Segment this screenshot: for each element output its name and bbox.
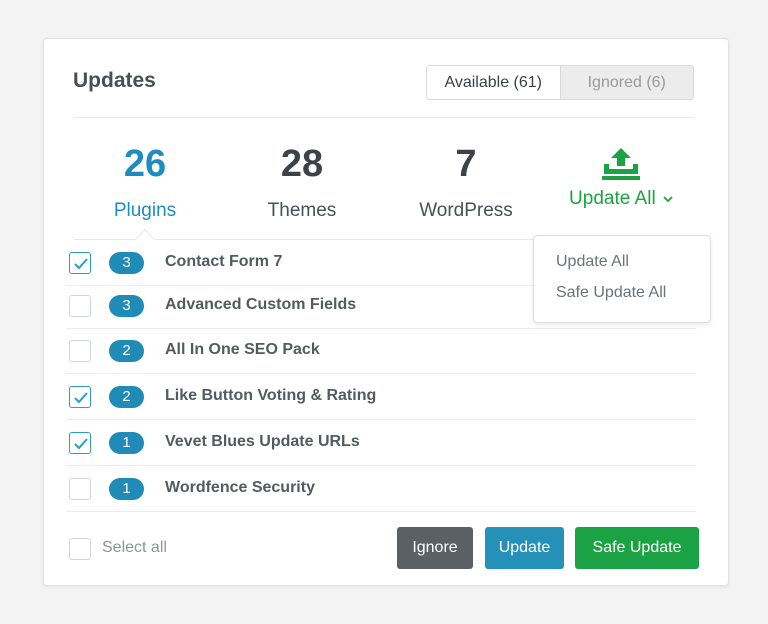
update-button[interactable]: Update: [485, 527, 564, 569]
checkmark-icon: [74, 392, 88, 404]
plugin-row[interactable]: 1 Wordfence Security: [66, 466, 696, 512]
plugin-checkbox[interactable]: [69, 295, 91, 317]
plugins-label: Plugins: [113, 200, 177, 221]
panel-title: Updates: [73, 69, 156, 92]
plugin-name: Like Button Voting & Rating: [165, 387, 377, 404]
update-count-badge: 1: [109, 432, 144, 454]
wordpress-label: WordPress: [419, 200, 513, 221]
update-count-badge: 2: [109, 340, 144, 362]
select-all-label: Select all: [102, 539, 167, 556]
plugin-checkbox[interactable]: [69, 386, 91, 408]
plugin-name: Contact Form 7: [165, 253, 283, 270]
tab-available[interactable]: Available (61): [427, 66, 560, 99]
checkmark-icon: [74, 258, 88, 270]
updates-panel: Updates Available (61) Ignored (6) 26 Pl…: [43, 38, 729, 586]
plugin-row[interactable]: 2 All In One SEO Pack: [66, 328, 696, 374]
ignore-button[interactable]: Ignore: [397, 527, 473, 569]
filter-toggle: Available (61) Ignored (6): [426, 65, 694, 100]
header-divider: [73, 117, 694, 118]
update-count-badge: 2: [109, 386, 144, 408]
update-count-badge: 3: [109, 252, 144, 274]
stat-themes[interactable]: 28 Themes: [232, 142, 372, 222]
plugin-name: All In One SEO Pack: [165, 341, 320, 358]
update-count-badge: 1: [109, 478, 144, 500]
update-all-menu: Update All Safe Update All: [533, 235, 711, 323]
plugin-row[interactable]: 2 Like Button Voting & Rating: [66, 374, 696, 420]
upload-icon: [602, 148, 640, 180]
plugin-name: Wordfence Security: [165, 479, 315, 496]
menu-item-update-all[interactable]: Update All: [556, 253, 629, 271]
wordpress-count: 7: [455, 143, 477, 185]
stat-plugins[interactable]: 26 Plugins: [75, 142, 215, 222]
plugins-count: 26: [123, 143, 167, 185]
plugin-checkbox[interactable]: [69, 432, 91, 454]
update-all-control[interactable]: Update All: [551, 142, 691, 210]
select-all-checkbox[interactable]: [69, 538, 91, 560]
chevron-down-icon: [663, 196, 673, 203]
checkmark-icon: [74, 438, 88, 450]
plugin-row[interactable]: 1 Vevet Blues Update URLs: [66, 420, 696, 466]
tab-ignored[interactable]: Ignored (6): [559, 66, 693, 99]
plugin-checkbox[interactable]: [69, 478, 91, 500]
themes-count: 28: [280, 143, 324, 185]
update-count-badge: 3: [109, 295, 144, 317]
update-all-dropdown-toggle[interactable]: Update All: [551, 188, 691, 210]
themes-label: Themes: [267, 200, 337, 221]
plugin-name: Vevet Blues Update URLs: [165, 433, 360, 450]
safe-update-button[interactable]: Safe Update: [575, 527, 699, 569]
update-all-label: Update All: [569, 188, 656, 209]
plugin-checkbox[interactable]: [69, 252, 91, 274]
stat-wordpress[interactable]: 7 WordPress: [396, 142, 536, 222]
plugin-checkbox[interactable]: [69, 340, 91, 362]
menu-item-safe-update-all[interactable]: Safe Update All: [556, 284, 666, 302]
plugin-name: Advanced Custom Fields: [165, 296, 357, 313]
